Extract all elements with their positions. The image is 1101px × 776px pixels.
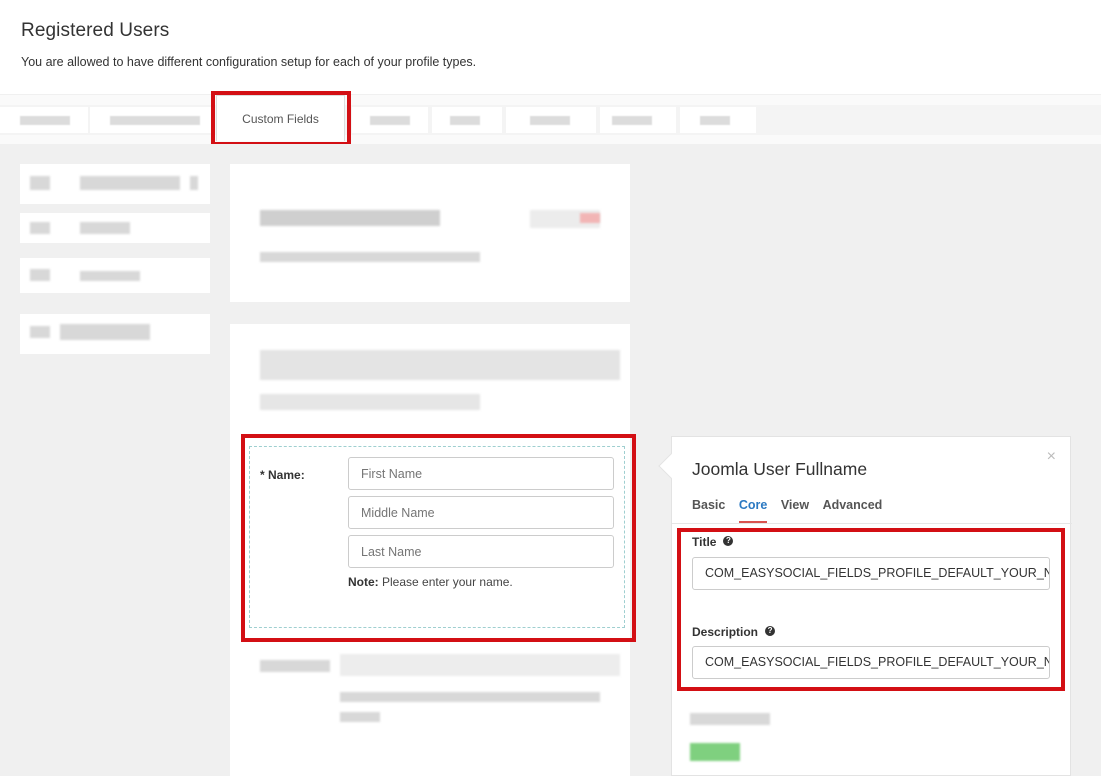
tab-basic[interactable]: Basic <box>692 498 725 521</box>
name-note: Note: Please enter your name. <box>348 575 513 589</box>
description-input[interactable]: COM_EASYSOCIAL_FIELDS_PROFILE_DEFAULT_YO… <box>692 646 1050 679</box>
middle-name-input[interactable] <box>348 496 614 529</box>
close-icon[interactable]: × <box>1047 448 1056 466</box>
tab-advanced[interactable]: Advanced <box>823 498 883 521</box>
tab-blurred-4[interactable] <box>432 107 502 133</box>
title-input[interactable]: COM_EASYSOCIAL_FIELDS_PROFILE_DEFAULT_YO… <box>692 557 1050 590</box>
description-label: Description? <box>692 625 776 639</box>
field-config-panel: Joomla User Fullname × Basic Core View A… <box>658 436 1072 776</box>
tab-core[interactable]: Core <box>738 498 768 523</box>
tab-blurred-1[interactable] <box>0 107 88 133</box>
required-mark: * <box>260 468 265 482</box>
blurred-toggle[interactable] <box>690 743 740 761</box>
last-name-input[interactable] <box>348 535 614 568</box>
tab-bar: Custom Fields <box>0 94 1101 144</box>
page: Registered Users You are allowed to have… <box>0 0 1101 776</box>
description-label-text: Description <box>692 625 759 639</box>
page-title: Registered Users <box>21 20 170 41</box>
tab-blurred-5[interactable] <box>506 107 596 133</box>
config-title: Joomla User Fullname <box>692 459 868 479</box>
title-label: Title? <box>692 535 734 549</box>
help-icon[interactable]: ? <box>765 626 776 636</box>
tabs-divider <box>672 523 1072 524</box>
name-label-text: Name: <box>268 468 305 482</box>
sidebar-item[interactable] <box>20 314 210 354</box>
help-icon[interactable]: ? <box>723 536 734 546</box>
tab-blurred-3[interactable] <box>352 107 428 133</box>
sidebar-item[interactable] <box>20 258 210 293</box>
sidebar-item[interactable] <box>20 164 210 204</box>
sidebar-item[interactable] <box>20 213 210 243</box>
blurred-label <box>690 713 770 725</box>
tab-blurred-7[interactable] <box>680 107 756 133</box>
tab-blurred-6[interactable] <box>600 107 676 133</box>
note-text: Please enter your name. <box>382 575 513 589</box>
profile-card <box>230 164 630 302</box>
page-header: Registered Users You are allowed to have… <box>21 20 476 69</box>
tab-view[interactable]: View <box>781 498 809 521</box>
config-tabs: Basic Core View Advanced <box>692 498 892 523</box>
title-label-text: Title <box>692 535 717 549</box>
name-field-label: * Name: <box>260 468 305 482</box>
page-description: You are allowed to have different config… <box>21 55 477 69</box>
name-field-preview[interactable]: * Name: Note: Please enter your name. <box>249 446 625 628</box>
tab-blurred-2[interactable] <box>90 107 212 133</box>
note-prefix: Note: <box>348 575 379 589</box>
tab-custom-fields[interactable]: Custom Fields <box>216 95 345 141</box>
first-name-input[interactable] <box>348 457 614 490</box>
